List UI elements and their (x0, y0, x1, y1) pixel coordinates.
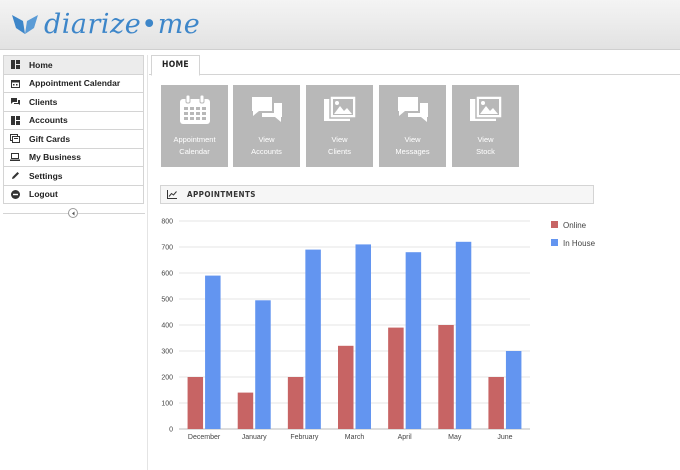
tile-view-stock[interactable]: View Stock (452, 85, 519, 167)
sidebar-item-accounts[interactable]: Accounts (4, 112, 143, 130)
sidebar-item-my-business[interactable]: My Business (4, 149, 143, 167)
bar-in-house (405, 252, 422, 429)
sidebar-item-gift-cards[interactable]: Gift Cards (4, 130, 143, 149)
sidebar-item-settings[interactable]: Settings (4, 167, 143, 186)
y-tick-label: 300 (161, 349, 173, 356)
x-tick-label: January (242, 434, 267, 441)
bar-in-house (255, 300, 271, 429)
tile-label: View Stock (452, 134, 519, 157)
logo[interactable]: diarize•me (10, 8, 200, 42)
tile-appointment-calendar[interactable]: Appointment Calendar (161, 85, 228, 167)
sidebar-item-label: Appointment Calendar (29, 78, 121, 89)
bar-online (187, 377, 204, 429)
y-tick-label: 600 (161, 271, 173, 278)
y-tick-label: 100 (161, 401, 173, 408)
sidebar-item-label: Clients (29, 96, 58, 107)
butterfly-icon (12, 15, 38, 34)
chevron-left-icon (71, 211, 74, 215)
appointments-chart: 0 100 200 300 400 500 600 700 800 December January… (161, 219, 596, 442)
sidebar-item-label: Home (29, 59, 53, 70)
x-tick-label: May (448, 434, 462, 441)
logo-text: diarize•me (44, 9, 201, 40)
x-tick-label: April (398, 434, 412, 441)
image-icon (452, 95, 519, 125)
chat-icon (379, 95, 446, 125)
pencil-icon (4, 171, 26, 180)
tile-label: View Clients (306, 134, 373, 157)
tile-label-line1: Appointment (173, 135, 216, 144)
sidebar-item-label: Accounts (29, 115, 68, 126)
bar-online (237, 392, 254, 429)
panel-title: APPOINTMENTS (187, 190, 256, 199)
chat-icon (233, 95, 300, 125)
y-tick-label: 500 (161, 297, 173, 304)
line-chart-icon (161, 190, 183, 199)
tile-label-line2: Calendar (179, 146, 210, 156)
sidebar-item-clients[interactable]: Clients (4, 93, 143, 112)
y-tick-label: 700 (161, 245, 173, 252)
tile-view-messages[interactable]: View Messages (379, 85, 446, 167)
legend-swatch (551, 239, 558, 246)
tile-view-accounts[interactable]: View Accounts (233, 85, 300, 167)
tile-label: View Accounts (233, 134, 300, 157)
x-tick-label: June (497, 434, 512, 441)
sidebar-item-label: Gift Cards (29, 133, 71, 144)
content-divider (147, 55, 148, 470)
tile-label-line2: Stock (476, 146, 495, 156)
tab-home[interactable]: HOME (151, 55, 200, 76)
image-icon (306, 95, 373, 125)
laptop-icon (4, 153, 26, 162)
sidebar-collapse-button[interactable] (68, 208, 78, 218)
bar-in-house (305, 249, 321, 429)
tile-label-line1: View (331, 135, 348, 144)
calendar-icon (4, 79, 26, 88)
grid-icon (4, 115, 26, 125)
grid-icon (4, 60, 26, 70)
header: diarize•me (0, 0, 680, 50)
tile-label: Appointment Calendar (161, 134, 228, 157)
gift-card-icon (4, 134, 26, 144)
app-window: diarize•me Home Appointment Calendar Cli… (0, 0, 680, 470)
tile-label-line2: Clients (328, 146, 351, 156)
legend-label: In House (563, 239, 596, 248)
legend-label: Online (563, 221, 587, 230)
tile-label-line2: Accounts (251, 146, 282, 156)
tab-bar: HOME (149, 55, 680, 76)
tile-label: View Messages (379, 134, 446, 157)
sidebar-item-home[interactable]: Home (4, 56, 143, 75)
calendar-icon (161, 95, 228, 125)
y-tick-label: 800 (161, 219, 173, 226)
sidebar-item-label: Settings (29, 170, 63, 181)
bar-in-house (355, 244, 371, 429)
appointments-panel-header: APPOINTMENTS (160, 185, 594, 204)
sidebar-item-appointment-calendar[interactable]: Appointment Calendar (4, 75, 143, 93)
bar-online (438, 325, 454, 429)
sidebar-nav: Home Appointment Calendar Clients Accoun… (3, 55, 144, 204)
bar-online (488, 377, 504, 429)
tile-label-line2: Messages (395, 146, 430, 156)
minus-circle-icon (4, 189, 26, 199)
sidebar-item-logout[interactable]: Logout (4, 186, 143, 204)
tile-label-line1: View (258, 135, 275, 144)
sidebar-item-label: My Business (29, 152, 81, 163)
bar-online (338, 345, 354, 429)
bar-online (388, 327, 404, 429)
bar-online (287, 377, 304, 429)
sidebar-item-label: Logout (29, 189, 58, 200)
bar-in-house (505, 351, 522, 429)
y-tick-label: 200 (161, 375, 173, 382)
tile-label-line1: View (477, 135, 494, 144)
chat-icon (4, 97, 26, 106)
x-tick-label: March (345, 434, 365, 441)
y-tick-label: 400 (161, 323, 173, 330)
bar-in-house (205, 275, 221, 429)
x-tick-label: February (290, 434, 319, 441)
tile-label-line1: View (404, 135, 421, 144)
tile-view-clients[interactable]: View Clients (306, 85, 373, 167)
x-tick-label: December (188, 434, 221, 441)
y-tick-label: 0 (169, 427, 173, 434)
bar-in-house (455, 241, 472, 429)
legend-swatch (551, 221, 558, 228)
